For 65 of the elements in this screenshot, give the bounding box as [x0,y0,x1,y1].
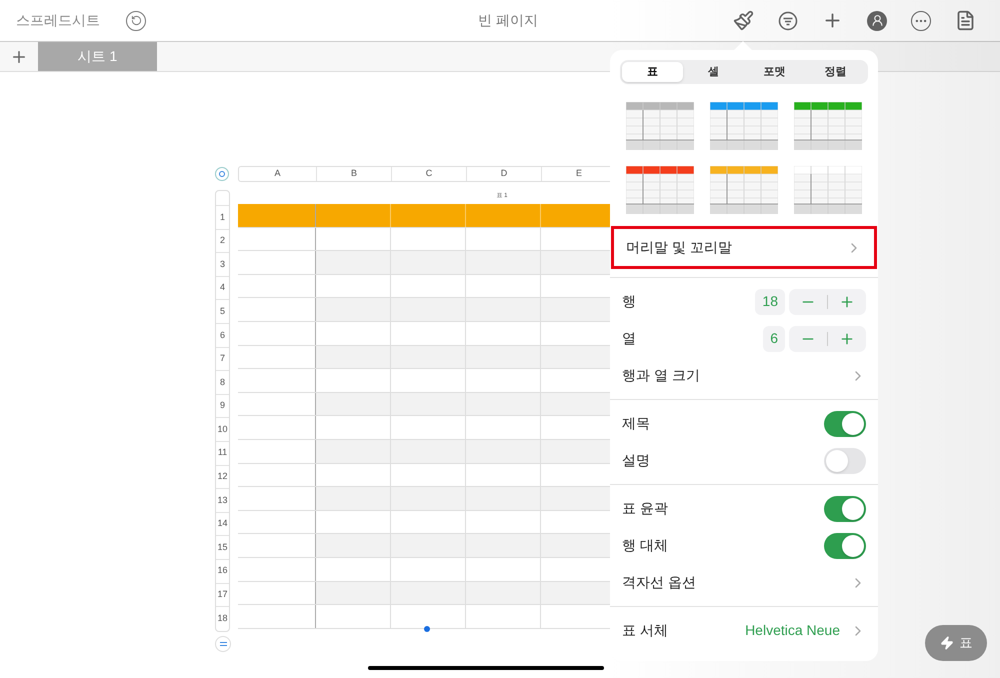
table-style-thumbnail[interactable] [626,102,694,150]
lightning-icon [940,636,954,650]
row-label: 열 [622,329,636,348]
back-link[interactable]: 스프레드시트 [16,10,100,31]
filter-icon[interactable] [778,10,798,30]
row-label: 표 서체 [622,621,668,640]
row-header[interactable]: 11 [216,440,229,465]
row-header[interactable]: 12 [216,464,229,488]
plus-icon[interactable] [839,294,855,310]
row-header[interactable]: 17 [216,582,229,606]
plus-icon[interactable] [839,330,855,346]
column-header[interactable]: A [239,167,317,181]
row-label: 설명 [622,451,650,470]
paintbrush-icon[interactable] [733,10,754,31]
row-label: 행 대체 [622,536,668,555]
toggle-switch[interactable] [824,496,866,522]
collaborate-icon[interactable] [867,10,887,30]
row-header[interactable]: 1 [216,205,229,229]
row-header[interactable]: 9 [216,394,229,418]
row-header[interactable]: 8 [216,370,229,394]
table-style-thumbnail[interactable] [710,102,778,150]
document-view-icon[interactable] [955,10,976,31]
toggle-switch[interactable] [824,448,866,474]
row-header[interactable]: 7 [216,346,229,370]
menu-row[interactable]: 표 서체 Helvetica Neue [610,612,878,649]
column-header[interactable]: C [392,167,467,181]
add-row-handle[interactable] [215,636,231,652]
column-header[interactable]: D [467,167,542,181]
row-header[interactable]: 5 [216,299,229,323]
row-header[interactable]: 6 [216,322,229,347]
column-header[interactable]: B [317,167,392,181]
segment-tab[interactable]: 포맷 [744,62,805,82]
segment-tab[interactable]: 표 [622,62,683,82]
row-header[interactable]: 13 [216,488,229,512]
row-header[interactable]: 16 [216,558,229,582]
menu-row[interactable]: 머리말 및 꼬리말 [611,226,877,269]
table-style-thumbnail[interactable] [794,166,862,214]
row-header[interactable]: 18 [216,606,229,630]
font-value: Helvetica Neue [745,621,840,640]
row-label: 행 [622,292,636,311]
table-style-thumbnail[interactable] [794,102,862,150]
segment-tab[interactable]: 셀 [683,62,744,82]
table-style-thumbnail[interactable] [710,166,778,214]
menu-row[interactable]: 격자선 옵션 [610,564,878,601]
row-header[interactable]: 10 [216,417,229,441]
row-header[interactable]: 3 [216,252,229,276]
row-header[interactable]: 14 [216,512,229,536]
row-header[interactable]: 15 [216,535,229,559]
table-style-thumbnail[interactable] [626,166,694,214]
document-title: 빈 페이지 [478,11,538,30]
toggle-switch[interactable] [824,532,866,558]
row-label: 머리말 및 꼬리말 [626,238,732,257]
toggle-switch[interactable] [824,410,866,436]
row-label: 격자선 옵션 [622,573,696,592]
row-label: 표 윤곽 [622,499,668,518]
more-icon[interactable] [911,10,931,30]
menu-row[interactable]: 행과 열 크기 [610,357,878,394]
undo-icon[interactable] [126,10,146,30]
row-header[interactable]: 4 [216,276,229,300]
segment-tab[interactable]: 정렬 [805,62,866,82]
resize-handle[interactable] [424,626,430,632]
row-header[interactable]: 2 [216,228,229,252]
row-label: 제목 [622,414,650,433]
row-label: 행과 열 크기 [622,366,700,385]
select-table-handle[interactable] [215,167,229,181]
